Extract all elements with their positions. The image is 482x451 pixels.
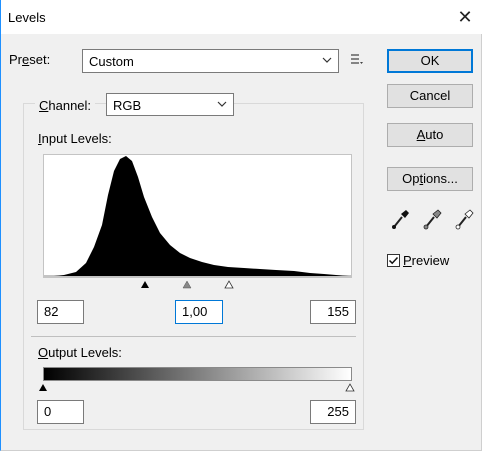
output-levels-slider bbox=[39, 383, 355, 392]
input-midtone-handle[interactable] bbox=[182, 280, 192, 289]
output-shadow-field[interactable]: 0 bbox=[37, 400, 84, 424]
levels-dialog: Levels ✕ Preset: Custom OK Cancel Auto O… bbox=[0, 0, 482, 451]
preview-label: Preview bbox=[403, 253, 450, 268]
input-levels-label: Input Levels: bbox=[38, 131, 112, 146]
histogram-graph bbox=[44, 156, 351, 277]
input-levels-slider bbox=[141, 280, 234, 289]
input-shadow-handle[interactable] bbox=[141, 281, 149, 288]
presets-menu-icon[interactable] bbox=[349, 52, 365, 68]
auto-button[interactable]: Auto bbox=[387, 123, 473, 147]
channel-value: RGB bbox=[113, 98, 142, 113]
output-shadow-handle[interactable] bbox=[39, 384, 47, 391]
output-highlight-field[interactable]: 255 bbox=[310, 400, 356, 424]
input-midtone-field[interactable]: 1,00 bbox=[175, 300, 223, 324]
ok-button[interactable]: OK bbox=[387, 49, 473, 73]
input-shadow-field[interactable]: 82 bbox=[37, 300, 84, 324]
channel-row: Channel: bbox=[35, 93, 96, 117]
close-icon: ✕ bbox=[457, 7, 473, 27]
input-highlight-field[interactable]: 155 bbox=[310, 300, 356, 324]
histogram bbox=[43, 154, 352, 278]
channel-select[interactable]: RGB bbox=[106, 93, 234, 116]
window-title: Levels bbox=[8, 10, 46, 25]
gray-eyedropper-icon[interactable] bbox=[423, 208, 443, 230]
chevron-down-icon bbox=[217, 101, 227, 107]
title-bar: Levels ✕ bbox=[1, 0, 482, 34]
divider bbox=[31, 336, 356, 337]
cancel-button[interactable]: Cancel bbox=[387, 84, 473, 108]
channel-label: Channel: bbox=[39, 97, 92, 113]
preset-value: Custom bbox=[89, 54, 134, 69]
chevron-down-icon bbox=[322, 57, 332, 63]
output-levels-label: Output Levels: bbox=[38, 345, 122, 360]
input-highlight-handle[interactable] bbox=[224, 280, 234, 289]
preview-checkbox[interactable]: Preview bbox=[387, 253, 449, 268]
white-eyedropper-icon[interactable] bbox=[455, 208, 475, 230]
options-button[interactable]: Options... bbox=[387, 167, 473, 191]
close-button[interactable]: ✕ bbox=[452, 4, 478, 30]
checkbox-checked-icon bbox=[387, 254, 400, 267]
output-highlight-handle[interactable] bbox=[345, 383, 355, 392]
black-eyedropper-icon[interactable] bbox=[391, 208, 411, 230]
output-gradient-bar bbox=[43, 367, 352, 381]
preset-label: Preset: bbox=[9, 52, 51, 67]
preset-select[interactable]: Custom bbox=[82, 49, 339, 73]
